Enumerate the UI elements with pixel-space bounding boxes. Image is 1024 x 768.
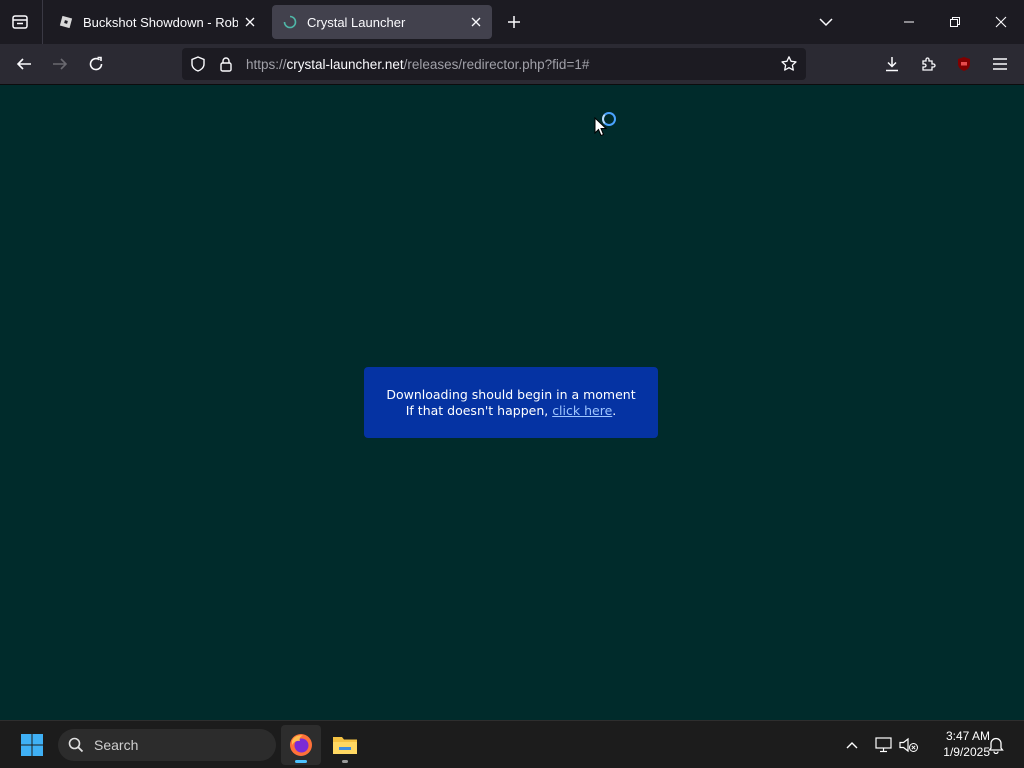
reload-icon (89, 56, 103, 71)
volume-button[interactable] (897, 733, 921, 757)
tab-buckshot-showdown[interactable]: Buckshot Showdown - Roblox (48, 5, 266, 39)
extensions-button[interactable] (912, 48, 944, 80)
app-menu-button[interactable] (984, 48, 1016, 80)
mouse-cursor-icon (594, 117, 607, 137)
url-scheme: https:// (246, 56, 287, 72)
firefox-icon (290, 734, 312, 756)
minimize-icon (904, 21, 914, 23)
chevron-up-icon (846, 742, 858, 749)
chevron-down-icon (819, 18, 833, 27)
show-hidden-icons-button[interactable] (840, 733, 864, 757)
download-notice-box: Downloading should begin in a moment If … (364, 367, 658, 438)
active-app-indicator (295, 760, 307, 763)
page-content: Downloading should begin in a moment If … (0, 86, 1024, 720)
click-here-link[interactable]: click here (552, 403, 612, 418)
notice-line-2-prefix: If that doesn't happen, (405, 403, 553, 418)
tab-crystal-launcher[interactable]: Crystal Launcher (272, 5, 492, 39)
notice-line-1: Downloading should begin in a moment (386, 387, 636, 402)
tab-strip: Buckshot Showdown - Roblox Crystal Launc… (0, 0, 1024, 44)
reload-button[interactable] (80, 48, 112, 80)
running-app-indicator (342, 760, 348, 763)
puzzle-piece-icon (922, 57, 936, 71)
url-path: /releases/redirector.php?fid=1# (403, 56, 590, 72)
taskbar-file-explorer-button[interactable] (325, 725, 365, 765)
notice-line-2-suffix: . (612, 403, 617, 418)
navigation-toolbar: https://crystal-launcher.net/releases/re… (0, 44, 1024, 85)
list-all-tabs-button[interactable] (812, 8, 840, 36)
clock-time: 3:47 AM (945, 729, 990, 743)
windows-taskbar: Search 3:47 AM 1/9/2025 (0, 720, 1024, 768)
loading-favicon-icon (282, 14, 298, 30)
downloads-button[interactable] (876, 48, 908, 80)
close-icon (995, 16, 1007, 28)
speaker-muted-icon (899, 737, 918, 753)
tab-close-icon[interactable] (464, 10, 488, 34)
tab-close-icon[interactable] (238, 10, 262, 34)
minimize-button[interactable] (886, 0, 932, 44)
url-text: https://crystal-launcher.net/releases/re… (246, 57, 589, 72)
tab-title: Crystal Launcher (307, 14, 406, 30)
notifications-button[interactable] (984, 733, 1008, 757)
url-host: crystal-launcher.net (286, 56, 404, 72)
search-icon (58, 737, 94, 753)
start-button[interactable] (14, 729, 50, 761)
restore-icon (950, 17, 960, 27)
taskbar-search-box[interactable]: Search (58, 729, 276, 761)
download-icon (886, 57, 898, 72)
close-window-button[interactable] (978, 0, 1024, 44)
roblox-favicon-icon (58, 14, 74, 30)
bell-icon (988, 737, 1004, 754)
new-tab-button[interactable] (500, 8, 528, 36)
ublock-origin-extension-button[interactable] (948, 48, 980, 80)
forward-button[interactable] (44, 48, 76, 80)
network-monitor-icon (875, 737, 892, 753)
tab-separator (42, 0, 43, 44)
plus-icon (508, 16, 520, 28)
file-explorer-folder-icon (333, 737, 357, 754)
tracking-protection-shield-icon[interactable] (184, 48, 212, 80)
firefox-view-icon (12, 15, 28, 29)
taskbar-clock[interactable]: 3:47 AM 1/9/2025 (924, 728, 990, 760)
taskbar-firefox-button[interactable] (281, 725, 321, 765)
windows-logo-icon (21, 734, 43, 756)
back-arrow-icon (16, 58, 31, 70)
lock-icon[interactable] (212, 48, 240, 80)
clock-date: 1/9/2025 (943, 745, 990, 759)
back-button[interactable] (8, 48, 40, 80)
hamburger-menu-icon (993, 58, 1007, 70)
restore-button[interactable] (932, 0, 978, 44)
network-status-button[interactable] (872, 733, 896, 757)
search-label: Search (94, 737, 139, 753)
tab-title: Buckshot Showdown - Roblox (83, 14, 238, 30)
ublock-origin-icon (958, 57, 970, 71)
forward-arrow-icon (53, 58, 68, 70)
bookmark-star-icon[interactable] (774, 48, 804, 80)
notice-line-2: If that doesn't happen, click here. (364, 403, 658, 419)
address-bar[interactable]: https://crystal-launcher.net/releases/re… (182, 48, 806, 80)
firefox-view-button[interactable] (4, 6, 36, 38)
